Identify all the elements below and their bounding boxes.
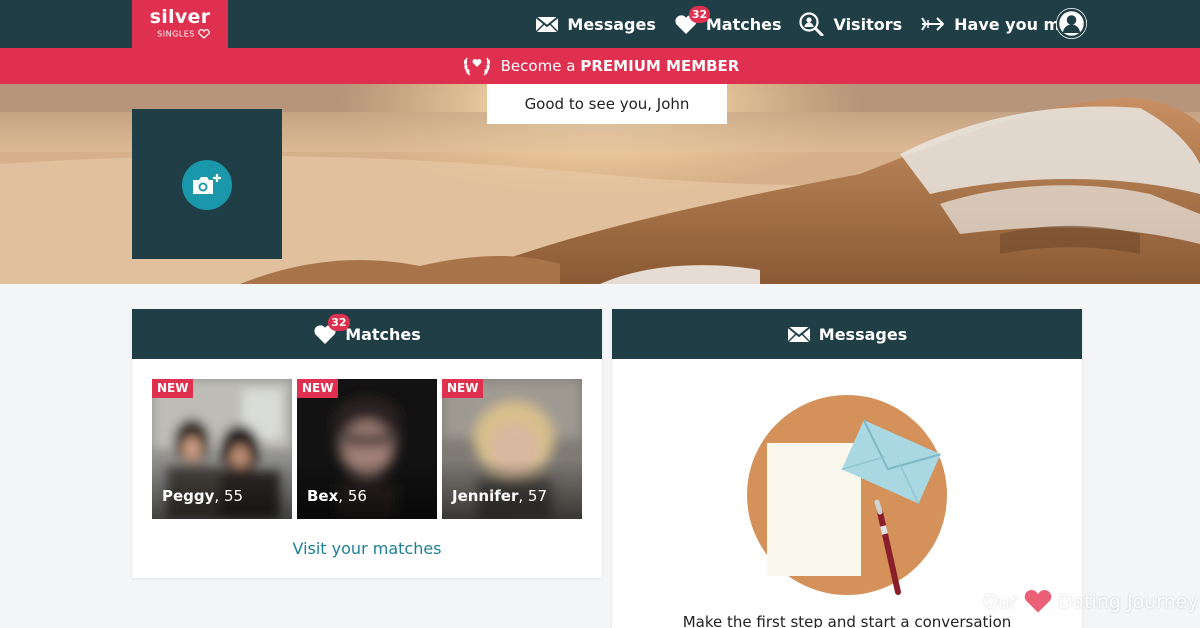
welcome-greeting: Good to see you, John [487,84,727,124]
match-tile[interactable]: NEW Bex, 56 [297,379,437,519]
match-tiles-row: NEW Peggy, 55 NEW Bex, 56 NEW Jennifer, … [152,379,582,519]
matches-card-badge: 32 [328,313,350,331]
letter-envelope-illustration [747,395,947,595]
nav-item-messages[interactable]: Messages [535,14,656,34]
envelope-icon [787,325,811,343]
watermark-left-text: Our [983,591,1018,613]
visitors-magnifier-icon [799,12,824,36]
matches-card-header[interactable]: 32 Matches [132,309,602,359]
nav-messages-label: Messages [567,14,656,34]
nav-visitors-label: Visitors [833,14,903,34]
watermark-heart-icon [1022,588,1054,616]
logo-subtitle: SINGLES [140,29,228,40]
match-caption: Bex, 56 [307,487,367,505]
match-name: Bex [307,487,339,505]
match-age: , 56 [338,487,367,505]
matches-card-title: Matches [345,324,421,344]
match-caption: Peggy, 55 [162,487,243,505]
match-age: , 55 [214,487,244,505]
match-name: Peggy [162,487,215,505]
messages-card: Messages Make the first step and start a… [612,309,1082,628]
visit-matches-link[interactable]: Visit your matches [132,539,602,558]
profile-hero-banner: Good to see you, John [0,84,1200,284]
logo-subtitle-text: SINGLES [157,29,195,39]
add-photo-button[interactable] [182,160,232,210]
user-avatar-icon [1056,8,1087,39]
match-tile[interactable]: NEW Peggy, 55 [152,379,292,519]
match-tile[interactable]: NEW Jennifer, 57 [442,379,582,519]
premium-emphasis-text: PREMIUM MEMBER [580,57,740,75]
main-nav: Messages 32 Matches Visitors Have you me… [535,0,1088,48]
new-badge: NEW [442,379,484,398]
matches-header-icon-wrap: 32 [313,313,350,345]
profile-avatar-button[interactable] [1056,8,1087,39]
premium-prefix-text: Become a [500,57,576,75]
our-dating-journey-watermark: Our Dating Journey [983,588,1199,616]
nav-item-visitors[interactable]: Visitors [799,12,902,36]
messages-card-title: Messages [818,324,908,344]
camera-plus-icon [193,174,221,194]
messages-card-header[interactable]: Messages [612,309,1082,359]
profile-photo-placeholder[interactable] [132,109,282,259]
matches-card: 32 Matches NEW Peggy, 55 NEW Bex, 56 NEW… [132,309,602,578]
new-badge: NEW [152,379,194,398]
nav-item-matches[interactable]: 32 Matches [674,5,782,35]
watermark-right-text: Dating Journey [1057,591,1199,613]
match-name: Jennifer [452,487,519,505]
envelope-icon [535,15,560,33]
new-badge: NEW [297,379,339,398]
premium-upsell-banner[interactable]: Become a PREMIUM MEMBER [0,48,1200,84]
nav-matches-label: Matches [705,14,782,34]
matches-count-badge: 32 [688,5,711,23]
logo-wordmark: silver [149,6,211,28]
match-caption: Jennifer, 57 [452,487,547,505]
laurel-heart-icon [463,57,490,76]
silver-singles-logo[interactable]: silver SINGLES [132,0,228,48]
match-age: , 57 [518,487,547,505]
top-navigation-bar: silver SINGLES Messages 32 Matches Visit… [0,0,1200,48]
logo-heart-icon [198,29,210,39]
arrow-icon [921,17,945,31]
